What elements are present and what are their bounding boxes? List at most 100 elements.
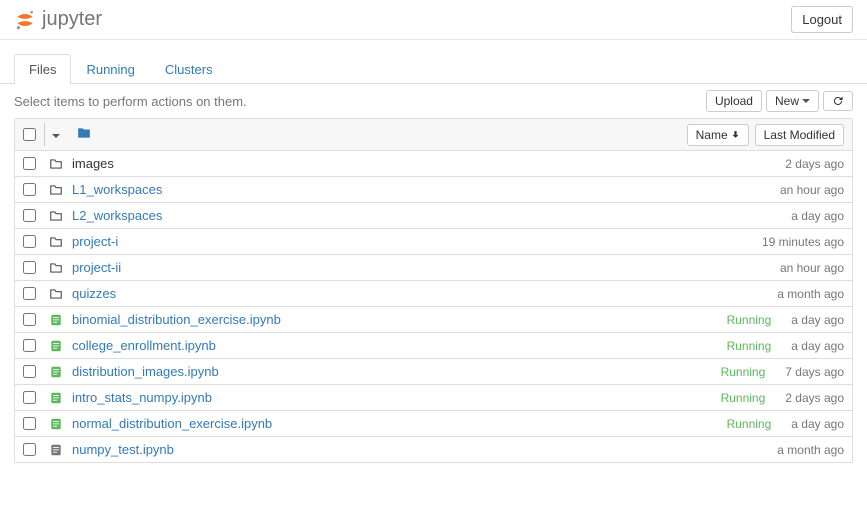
item-name-link[interactable]: images: [72, 156, 114, 171]
row-checkbox[interactable]: [23, 417, 36, 430]
select-all[interactable]: [23, 128, 38, 141]
notebook-icon: [49, 417, 63, 431]
breadcrumb-root[interactable]: [77, 126, 91, 143]
arrow-down-icon: [731, 130, 740, 139]
list-item: college_enrollment.ipynb Running a day ago: [14, 333, 853, 359]
folder-icon-wrap: [48, 261, 64, 275]
list-item: project-ii an hour ago: [14, 255, 853, 281]
list-item: quizzes a month ago: [14, 281, 853, 307]
row-checkbox[interactable]: [23, 391, 36, 404]
logout-button[interactable]: Logout: [791, 6, 853, 33]
folder-icon-wrap: [48, 287, 64, 301]
item-name-link[interactable]: L2_workspaces: [72, 208, 162, 223]
notebook-icon: [49, 365, 63, 379]
item-name-link[interactable]: college_enrollment.ipynb: [72, 338, 216, 353]
toolbar: Select items to perform actions on them.…: [0, 84, 867, 118]
folder-icon-wrap: [48, 235, 64, 249]
status-badge: Running: [727, 339, 772, 353]
modified-time: a day ago: [791, 209, 844, 223]
list-header: Name Last Modified: [14, 118, 853, 151]
modified-time: 7 days ago: [785, 365, 844, 379]
refresh-button[interactable]: [823, 91, 853, 111]
folder-icon: [49, 209, 63, 223]
modified-time: a day ago: [791, 339, 844, 353]
row-checkbox[interactable]: [23, 287, 36, 300]
modified-time: 2 days ago: [785, 157, 844, 171]
modified-time: an hour ago: [780, 183, 844, 197]
select-dropdown[interactable]: [44, 123, 67, 146]
list-item: L1_workspaces an hour ago: [14, 177, 853, 203]
status-badge: Running: [721, 365, 766, 379]
item-name-link[interactable]: binomial_distribution_exercise.ipynb: [72, 312, 281, 327]
modified-time: a day ago: [791, 417, 844, 431]
list-item: binomial_distribution_exercise.ipynb Runn…: [14, 307, 853, 333]
list-item: numpy_test.ipynb a month ago: [14, 437, 853, 463]
upload-button[interactable]: Upload: [706, 90, 762, 112]
notebook-icon: [49, 339, 63, 353]
logo-text: jupyter: [42, 8, 102, 31]
folder-icon-wrap: [48, 183, 64, 197]
folder-icon: [49, 235, 63, 249]
item-name-link[interactable]: intro_stats_numpy.ipynb: [72, 390, 212, 405]
folder-icon: [77, 126, 91, 140]
new-button[interactable]: New: [766, 90, 819, 112]
sort-name-label: Name: [696, 128, 728, 142]
folder-icon: [49, 157, 63, 171]
notebook-icon-wrap: [48, 443, 64, 457]
list-item: intro_stats_numpy.ipynb Running 2 days ago: [14, 385, 853, 411]
notebook-icon: [49, 313, 63, 327]
folder-icon: [49, 183, 63, 197]
item-name-link[interactable]: project-ii: [72, 260, 121, 275]
item-name-link[interactable]: L1_workspaces: [72, 182, 162, 197]
status-badge: Running: [727, 313, 772, 327]
row-checkbox[interactable]: [23, 157, 36, 170]
notebook-icon-wrap: [48, 313, 64, 327]
folder-icon-wrap: [48, 157, 64, 171]
modified-time: a month ago: [777, 287, 844, 301]
tabs: Files Running Clusters: [0, 54, 867, 84]
file-list: Name Last Modified images 2 days ago L1_wo…: [14, 118, 853, 463]
folder-icon: [49, 261, 63, 275]
row-checkbox[interactable]: [23, 339, 36, 352]
item-name-link[interactable]: distribution_images.ipynb: [72, 364, 219, 379]
tab-files[interactable]: Files: [14, 54, 71, 84]
status-badge: Running: [721, 391, 766, 405]
modified-time: an hour ago: [780, 261, 844, 275]
list-item: project-i 19 minutes ago: [14, 229, 853, 255]
row-checkbox[interactable]: [23, 261, 36, 274]
notebook-icon: [49, 391, 63, 405]
tab-running[interactable]: Running: [71, 54, 149, 84]
modified-time: 19 minutes ago: [762, 235, 844, 249]
list-item: distribution_images.ipynb Running 7 days a…: [14, 359, 853, 385]
notebook-icon-wrap: [48, 391, 64, 405]
modified-time: 2 days ago: [785, 391, 844, 405]
sort-name-button[interactable]: Name: [687, 124, 749, 146]
notebook-icon: [49, 443, 63, 457]
instruction-text: Select items to perform actions on them.: [14, 94, 247, 109]
item-name-link[interactable]: quizzes: [72, 286, 116, 301]
modified-time: a month ago: [777, 443, 844, 457]
modified-time: a day ago: [791, 313, 844, 327]
jupyter-icon: [14, 9, 36, 31]
notebook-icon-wrap: [48, 417, 64, 431]
row-checkbox[interactable]: [23, 235, 36, 248]
item-name-link[interactable]: numpy_test.ipynb: [72, 442, 174, 457]
folder-icon: [49, 287, 63, 301]
select-all-checkbox[interactable]: [23, 128, 36, 141]
row-checkbox[interactable]: [23, 209, 36, 222]
row-checkbox[interactable]: [23, 365, 36, 378]
row-checkbox[interactable]: [23, 183, 36, 196]
row-checkbox[interactable]: [23, 443, 36, 456]
logo[interactable]: jupyter: [14, 8, 102, 31]
tab-clusters[interactable]: Clusters: [150, 54, 228, 84]
list-item: normal_distribution_exercise.ipynb Runnin…: [14, 411, 853, 437]
new-button-label: New: [775, 94, 799, 108]
row-checkbox[interactable]: [23, 313, 36, 326]
list-item: images 2 days ago: [14, 151, 853, 177]
item-name-link[interactable]: project-i: [72, 234, 118, 249]
sort-modified-button[interactable]: Last Modified: [755, 124, 844, 146]
header: jupyter Logout: [0, 0, 867, 40]
status-badge: Running: [727, 417, 772, 431]
item-name-link[interactable]: normal_distribution_exercise.ipynb: [72, 416, 272, 431]
refresh-icon: [832, 95, 844, 107]
